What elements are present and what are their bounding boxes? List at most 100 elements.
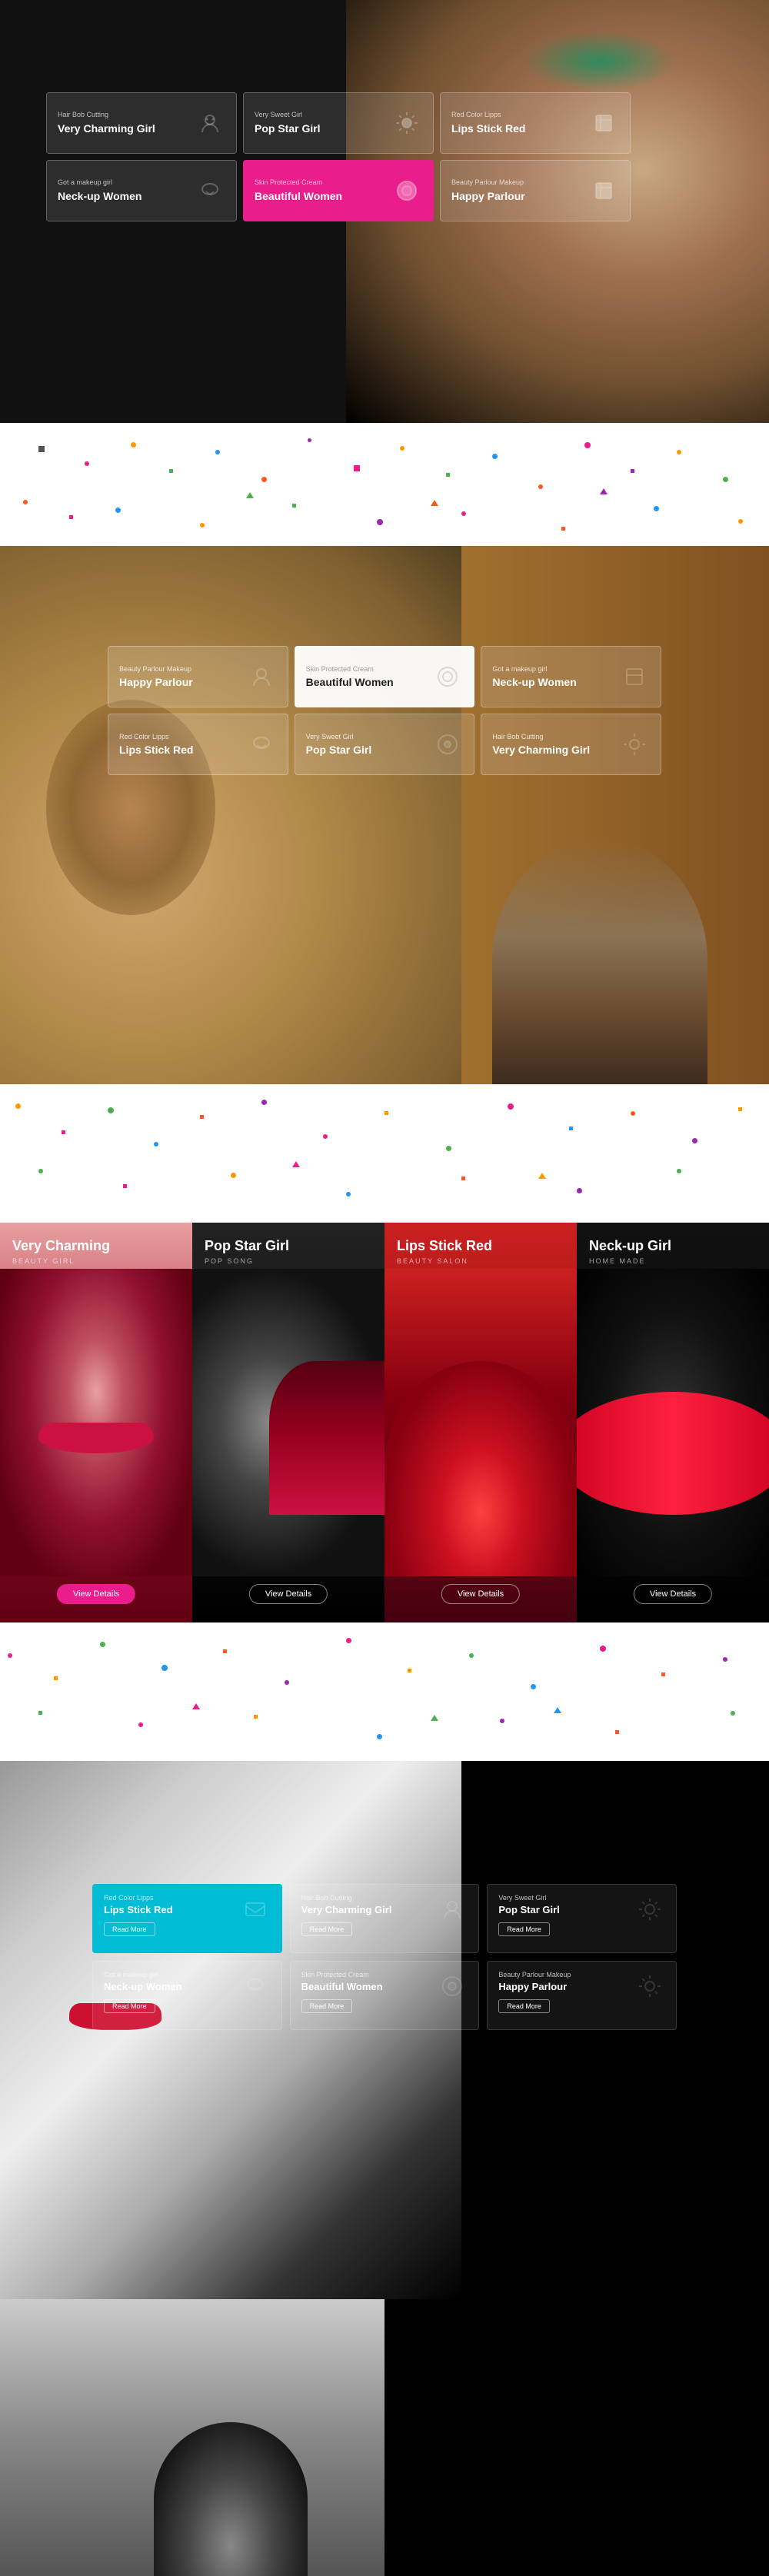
hero1-card-1[interactable]: Very Sweet Girl Pop Star Girl <box>243 92 434 154</box>
product-card-2-title: Lips Stick Red <box>397 1238 564 1254</box>
hero2-cards-overlay: Beauty Parlour Makeup Happy Parlour Skin… <box>108 646 661 775</box>
hero3-card-3[interactable]: Got a makeup girl Neck-up Women Read Mor… <box>92 1961 282 2030</box>
hero3-card-4-title: Beautiful Women <box>301 1981 431 1992</box>
hero1-card-0[interactable]: Hair Bob Cutting Very Charming Girl <box>46 92 237 154</box>
hero1-card-2[interactable]: Red Color Lipps Lips Stick Red <box>440 92 631 154</box>
product-card-2[interactable]: Lips Stick Red BEAUTY SALON View Details <box>384 1223 577 1622</box>
hero2-card-2-title: Neck-up Women <box>492 676 619 688</box>
product-card-2-btn[interactable]: View Details <box>441 1584 520 1604</box>
confetti-dot <box>738 519 743 524</box>
confetti-sq <box>223 1649 227 1653</box>
hero2-card-2[interactable]: Got a makeup girl Neck-up Women <box>481 646 661 707</box>
hero1-card-0-text: Hair Bob Cutting Very Charming Girl <box>58 111 195 135</box>
hero1-card-3-icon <box>195 175 225 206</box>
confetti-dot <box>731 1711 735 1716</box>
confetti-dot <box>285 1680 289 1685</box>
hero1-card-4[interactable]: Skin Protected Cream Beautiful Women <box>243 160 434 221</box>
hero1-card-2-icon <box>588 108 619 138</box>
confetti-3 <box>0 1622 769 1761</box>
confetti-dot <box>108 1107 114 1113</box>
product-card-3[interactable]: Neck-up Girl HOME MADE View Details <box>577 1223 769 1622</box>
hero3-card-4[interactable]: Skin Protected Cream Beautiful Women Rea… <box>290 1961 480 2030</box>
hero3-card-1-label: Hair Bob Cutting <box>301 1894 431 1902</box>
hero3-face <box>0 1761 461 2299</box>
confetti-triangle <box>538 1173 546 1179</box>
hero2-card-1[interactable]: Skin Protected Cream Beautiful Women <box>295 646 475 707</box>
hero1-card-3[interactable]: Got a makeup girl Neck-up Women <box>46 160 237 221</box>
confetti-dot <box>500 1719 504 1723</box>
hero3-card-5[interactable]: Beauty Parlour Makeup Happy Parlour Read… <box>487 1961 677 2030</box>
hero3-card-0[interactable]: Red Color Lipps Lips Stick Red Read More <box>92 1884 282 1953</box>
product-card-1-btn[interactable]: View Details <box>249 1584 328 1604</box>
hero2-card-4-text: Very Sweet Girl Pop Star Girl <box>306 733 433 756</box>
confetti-dot <box>692 1138 697 1143</box>
confetti-dot <box>654 506 659 511</box>
hero1-cards-overlay: Hair Bob Cutting Very Charming Girl Very… <box>46 92 631 221</box>
hero2-card-4[interactable]: Very Sweet Girl Pop Star Girl <box>295 714 475 775</box>
product-card-3-btn[interactable]: View Details <box>634 1584 712 1604</box>
confetti-dot <box>231 1173 236 1178</box>
confetti-dot <box>308 438 311 442</box>
hero1-card-5-title: Happy Parlour <box>451 189 588 203</box>
hero2-card-0[interactable]: Beauty Parlour Makeup Happy Parlour <box>108 646 288 707</box>
hero1-card-3-text: Got a makeup girl Neck-up Women <box>58 178 195 203</box>
hero2-card-3[interactable]: Red Color Lipps Lips Stick Red <box>108 714 288 775</box>
hero3-card-5-text: Beauty Parlour Makeup Happy Parlour Read… <box>498 1971 628 2013</box>
confetti-sq <box>38 1711 42 1715</box>
hero-section-2: Beauty Parlour Makeup Happy Parlour Skin… <box>0 546 769 1084</box>
hero1-card-5[interactable]: Beauty Parlour Makeup Happy Parlour <box>440 160 631 221</box>
hero3-card-2-text: Very Sweet Girl Pop Star Girl Read More <box>498 1894 628 1936</box>
hero3-card-4-text: Skin Protected Cream Beautiful Women Rea… <box>301 1971 431 2013</box>
product-card-1-content: Pop Star Girl POP SONG <box>192 1223 384 1277</box>
confetti-dot <box>677 1169 681 1173</box>
confetti-dot <box>400 446 404 451</box>
confetti-dot <box>492 454 498 459</box>
confetti-dot <box>23 500 28 504</box>
confetti-dot <box>323 1134 328 1139</box>
confetti-sq <box>200 1115 204 1119</box>
hero-eyeshadow <box>523 31 677 92</box>
hero1-card-3-label: Got a makeup girl <box>58 178 195 186</box>
hero1-card-5-label: Beauty Parlour Makeup <box>451 178 588 186</box>
hero3-card-2[interactable]: Very Sweet Girl Pop Star Girl Read More <box>487 1884 677 1953</box>
hero3-card-1-text: Hair Bob Cutting Very Charming Girl Read… <box>301 1894 431 1936</box>
hero2-card-2-text: Got a makeup girl Neck-up Women <box>492 665 619 688</box>
confetti-dot <box>138 1722 143 1727</box>
confetti-dot <box>38 446 45 452</box>
hero3-card-1-icon <box>437 1894 468 1925</box>
confetti-sq <box>461 1177 465 1180</box>
hero3-card-0-readmore[interactable]: Read More <box>104 1922 155 1936</box>
hero3-card-3-readmore[interactable]: Read More <box>104 1999 155 2013</box>
product-card-3-subtitle: HOME MADE <box>589 1257 757 1265</box>
hero1-card-0-label: Hair Bob Cutting <box>58 111 195 118</box>
product-card-2-subtitle: BEAUTY SALON <box>397 1257 564 1265</box>
hero2-card-5[interactable]: Hair Bob Cutting Very Charming Girl <box>481 714 661 775</box>
hero1-card-0-icon <box>195 108 225 138</box>
confetti-sq <box>254 1715 258 1719</box>
product-card-0-content: Very Charming BEAUTY GIRL <box>0 1223 192 1277</box>
confetti-dot <box>154 1142 158 1147</box>
hero3-card-3-title: Neck-up Women <box>104 1981 234 1992</box>
hero1-card-4-label: Skin Protected Cream <box>255 178 391 186</box>
hero3-card-1-readmore[interactable]: Read More <box>301 1922 353 1936</box>
hero2-card-4-label: Very Sweet Girl <box>306 733 433 741</box>
hero3-card-1[interactable]: Hair Bob Cutting Very Charming Girl Read… <box>290 1884 480 1953</box>
product-card-0-btn[interactable]: View Details <box>57 1584 135 1604</box>
hero3-bottom-dark <box>384 2299 769 2576</box>
confetti-dot <box>115 508 121 513</box>
hero3-card-4-readmore[interactable]: Read More <box>301 1999 353 2013</box>
product-card-1[interactable]: Pop Star Girl POP SONG View Details <box>192 1223 384 1622</box>
hero2-card-1-title: Beautiful Women <box>306 676 433 688</box>
product-card-1-subtitle: POP SONG <box>205 1257 372 1265</box>
product-card-0[interactable]: Very Charming BEAUTY GIRL View Details <box>0 1223 192 1622</box>
confetti-dot <box>577 1188 582 1193</box>
hero2-card-3-title: Lips Stick Red <box>119 744 246 756</box>
hero3-card-2-readmore[interactable]: Read More <box>498 1922 550 1936</box>
confetti-dot <box>677 450 681 454</box>
hero3-card-5-readmore[interactable]: Read More <box>498 1999 550 2013</box>
hero2-nails-area <box>492 838 707 1084</box>
confetti-dot <box>261 1100 267 1105</box>
confetti-triangle <box>554 1707 561 1713</box>
hero3-dark-side <box>461 1761 769 2299</box>
confetti-triangle <box>431 500 438 506</box>
